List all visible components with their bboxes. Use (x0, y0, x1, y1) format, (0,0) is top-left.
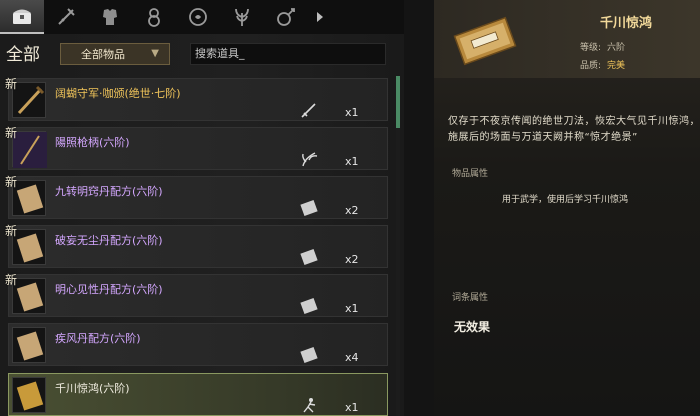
chest-icon (13, 9, 31, 24)
item-name: 破妄无尘丹配方(六阶) (55, 234, 163, 247)
item-thumbnail (12, 131, 47, 168)
item-name: 千川惊鸿(六阶) (55, 382, 130, 395)
tab-weapon[interactable] (44, 0, 88, 34)
inventory-panel: 全部 全部物品 ▼ 搜索道具_ 新 阔蝴守军·咖颁(绝世·七阶) x1 新 陽照… (0, 0, 404, 416)
detail-description: 仅存于不夜京传闻的绝世刀法，恢宏大气见千川惊鸿，施展后的场面与万道天阙并称“惊才… (448, 116, 700, 143)
manual-book-icon (453, 16, 517, 66)
next-tab-button[interactable] (308, 0, 332, 34)
item-thumbnail (12, 377, 46, 413)
tab-medicine[interactable] (176, 0, 220, 34)
list-item[interactable]: 新 阔蝴守军·咖颁(绝世·七阶) x1 (5, 77, 388, 121)
list-item[interactable]: 新 陽照枪柄(六阶) x1 (5, 126, 388, 170)
category-tabs (0, 0, 404, 34)
search-input[interactable]: 搜索道具_ (190, 43, 386, 65)
new-badge: 新 (5, 126, 18, 140)
list-item[interactable]: 新 九转明窍丹配方(六阶) x2 (5, 175, 388, 219)
category-all-label: 全部 (6, 45, 40, 65)
list-scrollbar-thumb[interactable] (396, 76, 400, 128)
detail-header: 千川惊鸿 等级: 六阶 品质: 完美 (434, 0, 700, 78)
item-quantity: x2 (345, 204, 359, 217)
item-thumbnail (12, 327, 46, 363)
item-thumbnail (12, 229, 46, 265)
scroll-icon (300, 199, 318, 217)
list-item-selected[interactable]: 千川惊鸿(六阶) x1 (8, 373, 388, 416)
misc-icon (277, 8, 295, 26)
tab-chest[interactable] (0, 0, 44, 34)
detail-grade: 等级: 六阶 (580, 40, 625, 53)
item-list: 新 阔蝴守军·咖颁(绝世·七阶) x1 新 陽照枪柄(六阶) x1 新 九转明窍… (0, 74, 392, 416)
item-thumbnail (12, 278, 46, 314)
quality-value: 完美 (607, 61, 626, 71)
grade-label: 等级: (580, 43, 602, 53)
list-item[interactable]: 疾风丹配方(六阶) x4 (8, 323, 388, 366)
scroll-icon (300, 297, 318, 315)
item-quantity: x1 (345, 106, 359, 119)
new-badge: 新 (5, 273, 18, 287)
entry-attributes-value: 无效果 (454, 320, 491, 334)
category-dropdown[interactable]: 全部物品 ▼ (60, 43, 170, 65)
armor-icon (103, 9, 117, 25)
medicine-icon (189, 8, 207, 26)
item-name: 明心见性丹配方(六阶) (55, 283, 163, 296)
item-name: 陽照枪柄(六阶) (55, 136, 130, 149)
tab-gourd[interactable] (132, 0, 176, 34)
detail-title: 千川惊鸿 (599, 16, 652, 31)
weapon-icon (58, 8, 75, 25)
item-name: 阔蝴守军·咖颁(绝世·七阶) (55, 87, 181, 100)
tab-herb[interactable] (220, 0, 264, 34)
item-quantity: x1 (345, 302, 359, 315)
feather-icon (302, 152, 318, 167)
list-item[interactable]: 新 明心见性丹配方(六阶) x1 (5, 273, 388, 317)
entry-attributes-heading: 词条属性 (452, 293, 489, 303)
filter-row: 全部 全部物品 ▼ 搜索道具_ (0, 40, 404, 66)
item-detail-panel: 千川惊鸿 等级: 六阶 品质: 完美 仅存于不夜京传闻的绝世刀法，恢宏大气见千川惊鸿… (434, 0, 700, 416)
sword-icon (301, 103, 316, 118)
scroll-icon (300, 346, 318, 364)
item-quantity: x4 (345, 351, 359, 364)
quality-label: 品质: (580, 61, 602, 71)
item-thumbnail (12, 180, 46, 216)
new-badge: 新 (5, 77, 18, 91)
tab-misc[interactable] (264, 0, 308, 34)
chevron-down-icon: ▼ (151, 48, 159, 59)
item-quantity: x1 (345, 401, 359, 414)
item-quantity: x1 (345, 155, 359, 168)
chevron-right-icon (317, 12, 323, 22)
gourd-icon (148, 8, 160, 27)
herb-icon (235, 8, 249, 26)
list-item[interactable]: 新 破妄无尘丹配方(六阶) x2 (5, 224, 388, 268)
martial-icon (303, 398, 316, 413)
item-thumbnail (12, 82, 46, 118)
item-name: 疾风丹配方(六阶) (55, 332, 141, 345)
item-quantity: x2 (345, 253, 359, 266)
category-dropdown-value: 全部物品 (81, 48, 125, 61)
tab-armor[interactable] (88, 0, 132, 34)
item-attributes-heading: 物品属性 (452, 169, 489, 179)
new-badge: 新 (5, 224, 18, 238)
item-name: 九转明窍丹配方(六阶) (55, 185, 163, 198)
item-attributes-text: 用于武学，使用后学习千川惊鸿 (502, 195, 629, 205)
grade-value: 六阶 (607, 43, 626, 53)
detail-quality: 品质: 完美 (580, 58, 625, 71)
scroll-icon (300, 248, 318, 266)
new-badge: 新 (5, 175, 18, 189)
